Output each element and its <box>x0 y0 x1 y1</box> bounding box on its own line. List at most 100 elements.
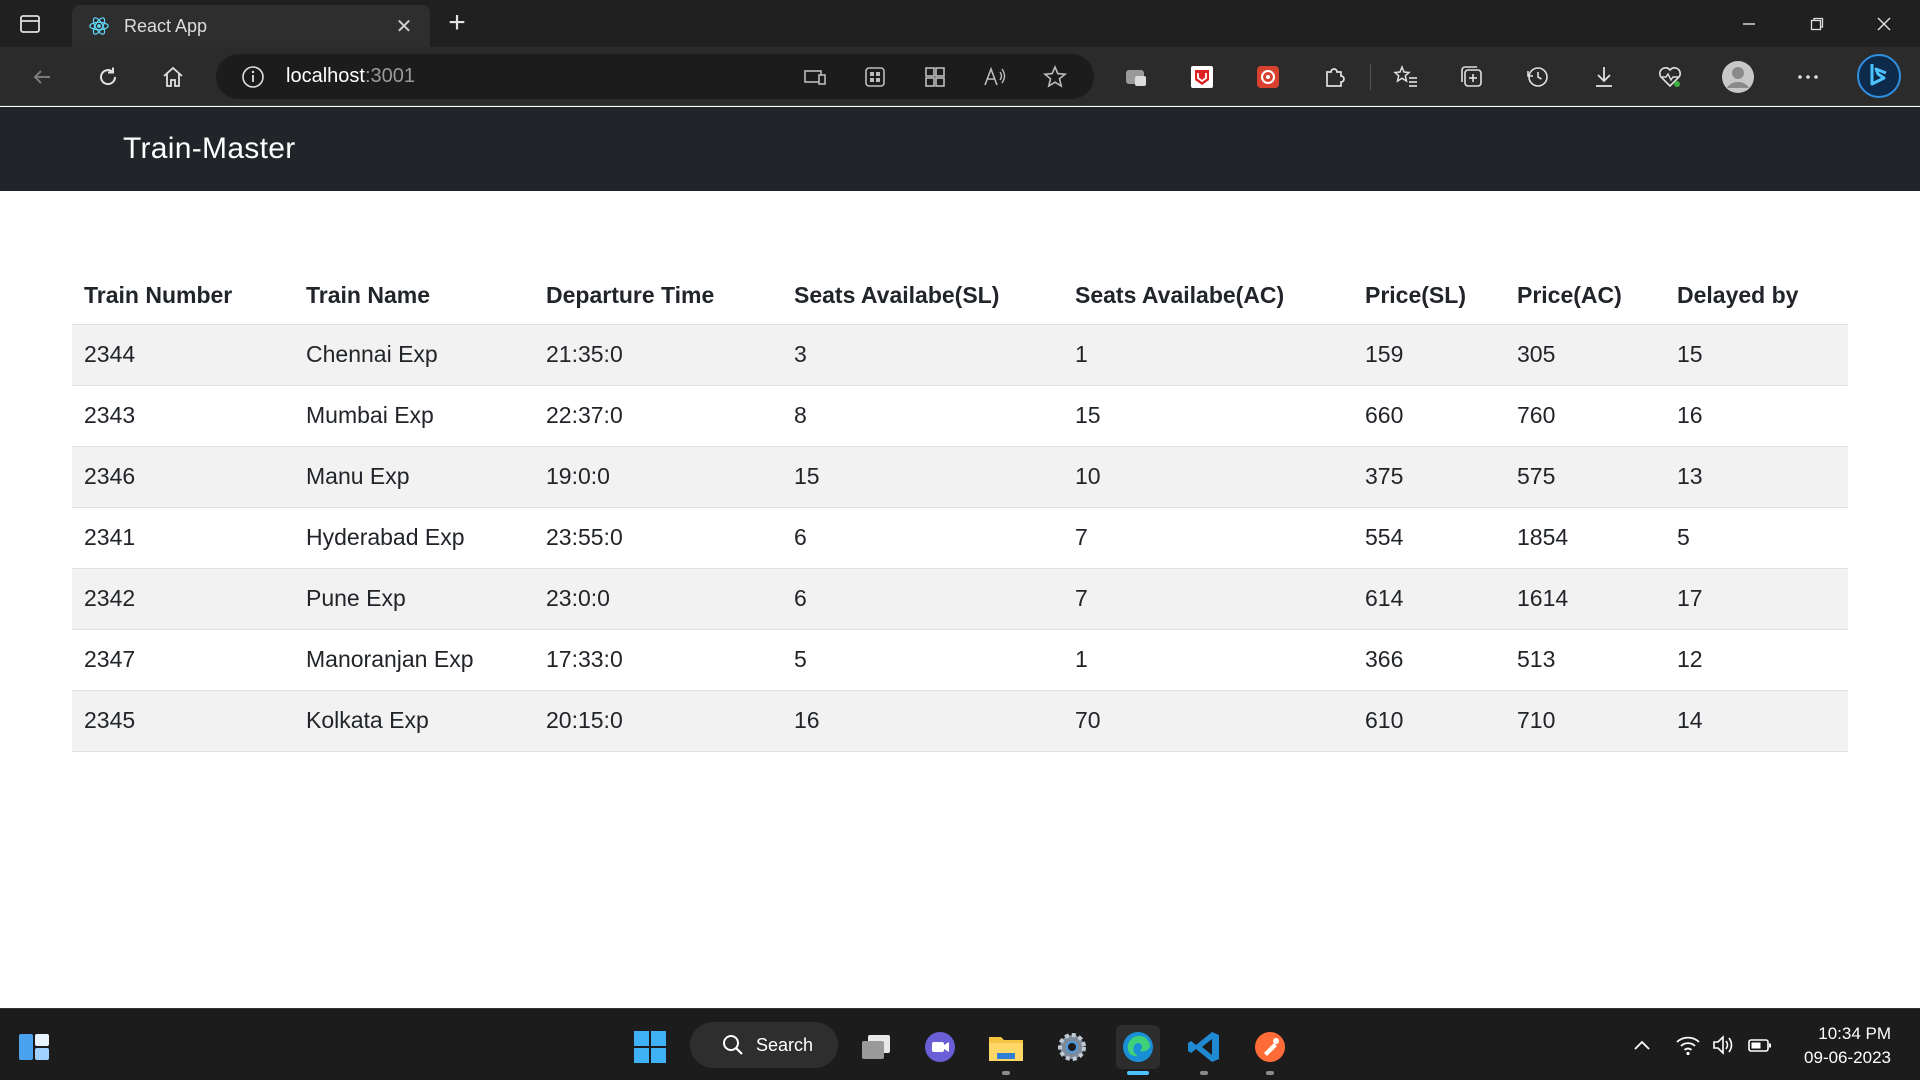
cell-train-name: Chennai Exp <box>294 324 534 386</box>
app-navbar: Train-Master <box>0 107 1920 191</box>
cell-seats-sl: 8 <box>782 385 1063 447</box>
cell-train-name: Kolkata Exp <box>294 690 534 752</box>
cell-price-ac: 1614 <box>1505 568 1665 630</box>
collections-icon[interactable] <box>1454 59 1490 95</box>
edge-browser-icon[interactable] <box>1116 1025 1160 1075</box>
wifi-icon[interactable] <box>1672 1031 1704 1059</box>
cell-price-ac: 305 <box>1505 324 1665 386</box>
settings-gear-icon[interactable] <box>1050 1025 1094 1069</box>
close-window-icon[interactable] <box>1853 0 1915 47</box>
header-delayed-by: Delayed by <box>1665 267 1848 325</box>
more-options-icon[interactable] <box>1790 59 1826 95</box>
cell-train-name: Manoranjan Exp <box>294 629 534 691</box>
system-clock[interactable]: 10:34 PM 09-06-2023 <box>1804 1022 1891 1070</box>
cell-train-name: Mumbai Exp <box>294 385 534 447</box>
close-tab-icon[interactable]: ✕ <box>392 14 416 38</box>
cell-seats-sl: 6 <box>782 568 1063 630</box>
tab-actions-icon[interactable] <box>18 12 42 36</box>
cell-seats-sl: 3 <box>782 324 1063 386</box>
cell-price-sl: 660 <box>1353 385 1505 447</box>
extension-1-icon[interactable] <box>1118 59 1154 95</box>
header-price-ac: Price(AC) <box>1505 267 1665 325</box>
favorites-list-icon[interactable] <box>1388 59 1424 95</box>
extension-2-icon[interactable] <box>1184 59 1220 95</box>
extensions-puzzle-icon[interactable] <box>1316 59 1352 95</box>
cell-train-number: 2342 <box>72 568 294 630</box>
table-row: 2346 Manu Exp 19:0:0 15 10 375 575 13 <box>72 446 1848 508</box>
task-view-icon[interactable] <box>854 1025 898 1069</box>
tab-title: React App <box>124 15 208 36</box>
restore-icon[interactable] <box>1786 0 1848 47</box>
browser-tab-strip: React App ✕ + <box>0 0 1920 47</box>
minimize-icon[interactable] <box>1718 0 1780 47</box>
cell-seats-sl: 5 <box>782 629 1063 691</box>
refresh-icon[interactable] <box>90 59 126 95</box>
cell-seats-sl: 16 <box>782 690 1063 752</box>
cell-delayed-by: 16 <box>1665 385 1848 447</box>
cell-departure-time: 17:33:0 <box>534 629 782 691</box>
show-hidden-icons-chevron-icon[interactable] <box>1628 1031 1656 1059</box>
file-explorer-icon[interactable] <box>984 1025 1028 1075</box>
app-brand[interactable]: Train-Master <box>123 132 296 166</box>
search-label: Search <box>756 1034 814 1055</box>
read-aloud-icon[interactable] <box>980 62 1010 92</box>
browser-tab-active[interactable]: React App ✕ <box>72 5 430 47</box>
widgets-icon[interactable] <box>12 1025 56 1069</box>
vscode-icon[interactable] <box>1182 1025 1226 1075</box>
react-logo-icon <box>88 15 110 37</box>
cell-seats-sl: 6 <box>782 507 1063 569</box>
cell-train-number: 2344 <box>72 324 294 386</box>
header-departure-time: Departure Time <box>534 267 782 325</box>
cell-seats-ac: 1 <box>1063 324 1353 386</box>
cell-seats-ac: 7 <box>1063 507 1353 569</box>
cell-seats-ac: 1 <box>1063 629 1353 691</box>
extensions-grid-icon[interactable] <box>920 62 950 92</box>
clock-time: 10:34 PM <box>1818 1024 1891 1043</box>
cell-delayed-by: 5 <box>1665 507 1848 569</box>
cell-price-ac: 760 <box>1505 385 1665 447</box>
address-bar[interactable]: localhost:3001 <box>216 54 1094 99</box>
apps-icon[interactable] <box>860 62 890 92</box>
table-row: 2344 Chennai Exp 21:35:0 3 1 159 305 15 <box>72 324 1848 386</box>
new-tab-button[interactable]: + <box>441 8 473 39</box>
cell-seats-ac: 7 <box>1063 568 1353 630</box>
browser-essentials-icon[interactable] <box>1652 59 1688 95</box>
cell-departure-time: 22:37:0 <box>534 385 782 447</box>
header-seats-ac: Seats Availabe(AC) <box>1063 267 1353 325</box>
postman-icon[interactable] <box>1248 1025 1292 1075</box>
site-info-icon[interactable] <box>240 64 266 90</box>
cell-price-ac: 1854 <box>1505 507 1665 569</box>
cell-delayed-by: 12 <box>1665 629 1848 691</box>
profile-avatar[interactable] <box>1720 59 1756 95</box>
cell-delayed-by: 14 <box>1665 690 1848 752</box>
home-icon[interactable] <box>155 59 191 95</box>
battery-icon[interactable] <box>1744 1031 1776 1059</box>
table-row: 2345 Kolkata Exp 20:15:0 16 70 610 710 1… <box>72 690 1848 752</box>
bing-copilot-icon[interactable] <box>1856 53 1902 99</box>
table-header-row: Train Number Train Name Departure Time S… <box>72 267 1848 325</box>
toolbar-divider <box>1370 64 1371 90</box>
teams-chat-icon[interactable] <box>918 1025 962 1069</box>
cell-price-sl: 614 <box>1353 568 1505 630</box>
cell-delayed-by: 15 <box>1665 324 1848 386</box>
history-icon[interactable] <box>1520 59 1556 95</box>
cell-delayed-by: 17 <box>1665 568 1848 630</box>
favorite-star-icon[interactable] <box>1040 62 1070 92</box>
volume-icon[interactable] <box>1708 1031 1740 1059</box>
header-train-number: Train Number <box>72 267 294 325</box>
cell-departure-time: 23:0:0 <box>534 568 782 630</box>
device-icon[interactable] <box>800 62 830 92</box>
cell-price-sl: 610 <box>1353 690 1505 752</box>
back-icon[interactable] <box>24 59 60 95</box>
header-seats-sl: Seats Availabe(SL) <box>782 267 1063 325</box>
taskbar-search[interactable]: Search <box>690 1022 838 1068</box>
cell-train-number: 2341 <box>72 507 294 569</box>
windows-start-icon[interactable] <box>628 1025 672 1069</box>
header-price-sl: Price(SL) <box>1353 267 1505 325</box>
extension-3-icon[interactable] <box>1250 59 1286 95</box>
windows-taskbar: Search 10:34 PM 09-06-2023 <box>0 1008 1920 1080</box>
url-host: localhost <box>286 65 365 87</box>
cell-train-number: 2343 <box>72 385 294 447</box>
download-icon[interactable] <box>1586 59 1622 95</box>
cell-seats-sl: 15 <box>782 446 1063 508</box>
